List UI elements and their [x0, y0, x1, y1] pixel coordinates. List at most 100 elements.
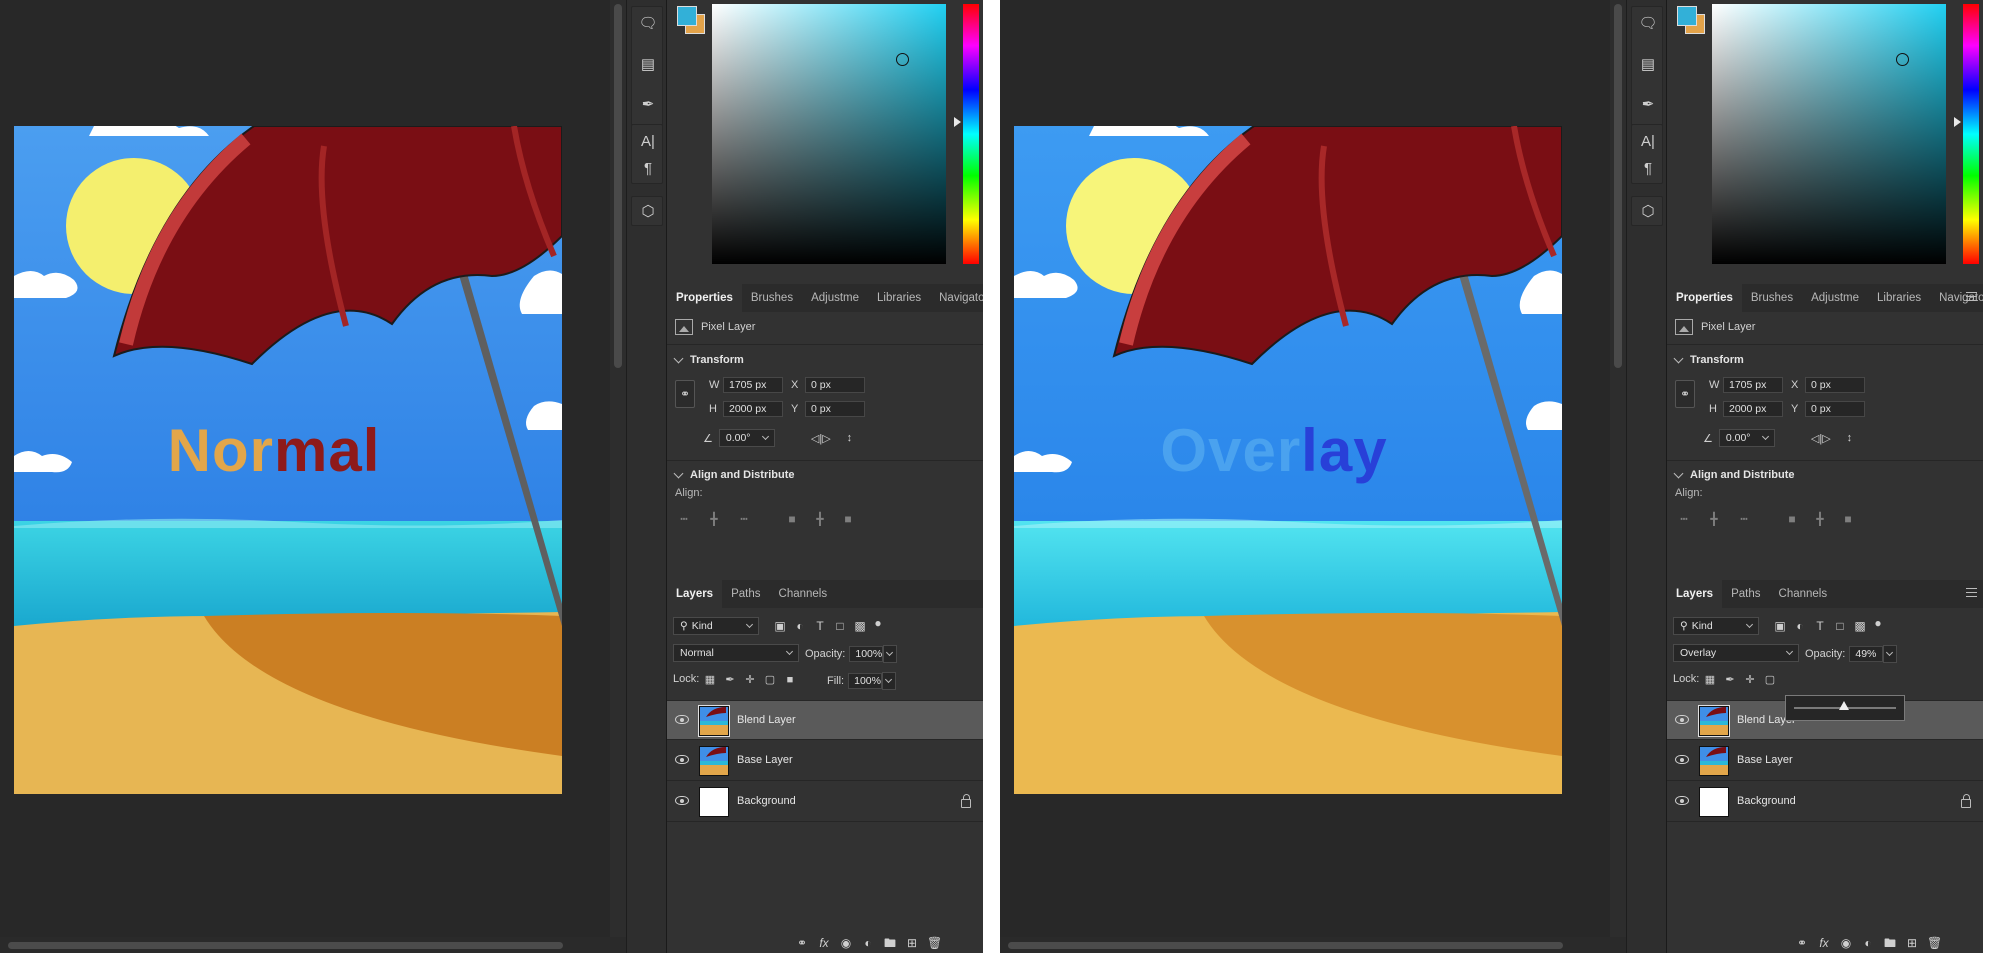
x-field[interactable]: 0 px — [1805, 377, 1865, 393]
tab-properties[interactable]: Properties — [1667, 284, 1742, 312]
tab-properties[interactable]: Properties — [667, 284, 742, 312]
color-cursor[interactable] — [896, 53, 909, 66]
width-field[interactable]: 1705 px — [1723, 377, 1783, 393]
link-dimensions-icon[interactable]: ⚭ — [675, 380, 695, 408]
group-folder-icon[interactable]: 🖿 — [883, 936, 897, 950]
align-left-icon[interactable]: ┅ — [1677, 512, 1691, 526]
type-filter-icon[interactable]: T — [813, 619, 827, 633]
character-icon[interactable]: A| — [632, 128, 664, 154]
link-icon[interactable]: ⚭ — [795, 936, 809, 950]
visibility-eye-icon[interactable] — [675, 796, 689, 805]
tab-adjustments[interactable]: Adjustme — [1802, 284, 1868, 312]
transform-header[interactable]: Transform — [1673, 353, 1744, 366]
fill-field[interactable]: 100% — [848, 673, 883, 689]
brush-settings-icon[interactable]: ✒ — [1632, 91, 1664, 117]
filter-toggle-icon[interactable]: ● — [1871, 616, 1885, 630]
paragraph-icon[interactable]: ¶ — [1632, 155, 1664, 181]
opacity-slider-knob[interactable] — [1838, 701, 1849, 710]
lock-position-icon[interactable]: ✛ — [743, 673, 757, 687]
layer-row-background[interactable]: Background — [667, 782, 983, 822]
align-top-icon[interactable]: ■ — [1785, 512, 1799, 526]
lock-position-icon[interactable]: ✛ — [1743, 673, 1757, 687]
tab-paths[interactable]: Paths — [722, 580, 769, 608]
visibility-eye-icon[interactable] — [675, 755, 689, 764]
document-canvas-area[interactable]: Overlay — [1000, 0, 1610, 937]
adjustment-filter-icon[interactable]: ◐ — [1793, 619, 1807, 633]
layer-row-background[interactable]: Background — [1667, 782, 1983, 822]
horizontal-scrollbar[interactable] — [1000, 937, 1626, 953]
hue-pointer-icon[interactable] — [1954, 117, 1961, 127]
color-cursor[interactable] — [1896, 53, 1909, 66]
tab-libraries[interactable]: Libraries — [1868, 284, 1930, 312]
align-bottom-icon[interactable]: ■ — [1841, 512, 1855, 526]
smart-object-filter-icon[interactable]: ▩ — [853, 619, 867, 633]
foreground-color-swatch[interactable] — [677, 6, 697, 26]
visibility-eye-icon[interactable] — [675, 715, 689, 724]
angle-dropdown[interactable]: 0.00° — [718, 429, 775, 447]
ruler-icon[interactable]: ▤ — [632, 51, 664, 77]
pixel-filter-icon[interactable]: ▣ — [773, 619, 787, 633]
panel-menu-icon[interactable] — [1966, 588, 1977, 597]
align-middle-icon[interactable]: ╋ — [813, 512, 827, 526]
layer-row-base-layer[interactable]: Base Layer — [667, 741, 983, 781]
hue-slider[interactable] — [963, 4, 979, 264]
tab-brushes[interactable]: Brushes — [1742, 284, 1802, 312]
tab-layers[interactable]: Layers — [667, 580, 723, 608]
scrollbar-thumb[interactable] — [614, 4, 622, 368]
blend-mode-dropdown[interactable]: Overlay — [1673, 644, 1799, 662]
lock-transparent-icon[interactable]: ▦ — [703, 673, 717, 687]
visibility-eye-icon[interactable] — [1675, 755, 1689, 764]
layer-row-base-layer[interactable]: Base Layer — [1667, 741, 1983, 781]
fx-icon[interactable]: fx — [1817, 936, 1831, 950]
new-layer-icon[interactable]: ⊞ — [905, 936, 919, 950]
height-field[interactable]: 2000 px — [723, 401, 783, 417]
tab-navigator[interactable]: Navigator — [930, 284, 983, 312]
3d-cube-icon[interactable]: ⬡ — [1632, 198, 1664, 224]
mask-icon[interactable]: ◉ — [1839, 936, 1853, 950]
new-layer-icon[interactable]: ⊞ — [1905, 936, 1919, 950]
transform-header[interactable]: Transform — [673, 353, 744, 366]
hue-slider[interactable] — [1963, 4, 1979, 264]
flip-horizontal-icon[interactable]: ◁|▷ — [811, 432, 831, 445]
visibility-eye-icon[interactable] — [1675, 715, 1689, 724]
lock-all-icon[interactable]: ■ — [783, 673, 797, 687]
opacity-dropdown[interactable] — [883, 645, 898, 663]
filter-toggle-icon[interactable]: ● — [871, 616, 885, 630]
ruler-icon[interactable]: ▤ — [1632, 51, 1664, 77]
width-field[interactable]: 1705 px — [723, 377, 783, 393]
tab-adjustments[interactable]: Adjustme — [802, 284, 868, 312]
lock-pixels-icon[interactable]: ✒ — [1723, 673, 1737, 687]
panel-menu-icon[interactable] — [1966, 292, 1977, 301]
scrollbar-thumb[interactable] — [1008, 942, 1563, 949]
tab-paths[interactable]: Paths — [1722, 580, 1769, 608]
fx-icon[interactable]: fx — [817, 936, 831, 950]
adjustment-icon[interactable]: ◐ — [861, 936, 875, 950]
brush-settings-icon[interactable]: ✒ — [632, 91, 664, 117]
y-field[interactable]: 0 px — [1805, 401, 1865, 417]
lock-pixels-icon[interactable]: ✒ — [723, 673, 737, 687]
align-right-icon[interactable]: ┅ — [1737, 512, 1751, 526]
opacity-field[interactable]: 100% — [849, 646, 884, 662]
align-header[interactable]: Align and Distribute — [1673, 468, 1795, 481]
visibility-eye-icon[interactable] — [1675, 796, 1689, 805]
tab-channels[interactable]: Channels — [770, 580, 837, 608]
scrollbar-thumb[interactable] — [1614, 4, 1622, 368]
blend-mode-dropdown[interactable]: Normal — [673, 644, 799, 662]
filter-kind-dropdown[interactable]: ⚲ Kind — [1673, 617, 1759, 635]
align-top-icon[interactable]: ■ — [785, 512, 799, 526]
x-field[interactable]: 0 px — [805, 377, 865, 393]
vertical-scrollbar[interactable] — [1610, 0, 1626, 937]
align-center-icon[interactable]: ╋ — [1707, 512, 1721, 526]
lock-artboard-icon[interactable]: ▢ — [1763, 673, 1777, 687]
fill-dropdown[interactable] — [882, 672, 897, 690]
height-field[interactable]: 2000 px — [1723, 401, 1783, 417]
layer-lock-icon[interactable] — [961, 794, 971, 808]
shape-filter-icon[interactable]: □ — [1833, 619, 1847, 633]
scrollbar-thumb[interactable] — [8, 942, 563, 949]
flip-vertical-icon[interactable]: ↕ — [847, 432, 853, 444]
layer-row-blend-layer[interactable]: Blend Layer — [667, 700, 983, 740]
mask-icon[interactable]: ◉ — [839, 936, 853, 950]
align-header[interactable]: Align and Distribute — [673, 468, 795, 481]
adjustment-icon[interactable]: ◐ — [1861, 936, 1875, 950]
filter-kind-dropdown[interactable]: ⚲ Kind — [673, 617, 759, 635]
